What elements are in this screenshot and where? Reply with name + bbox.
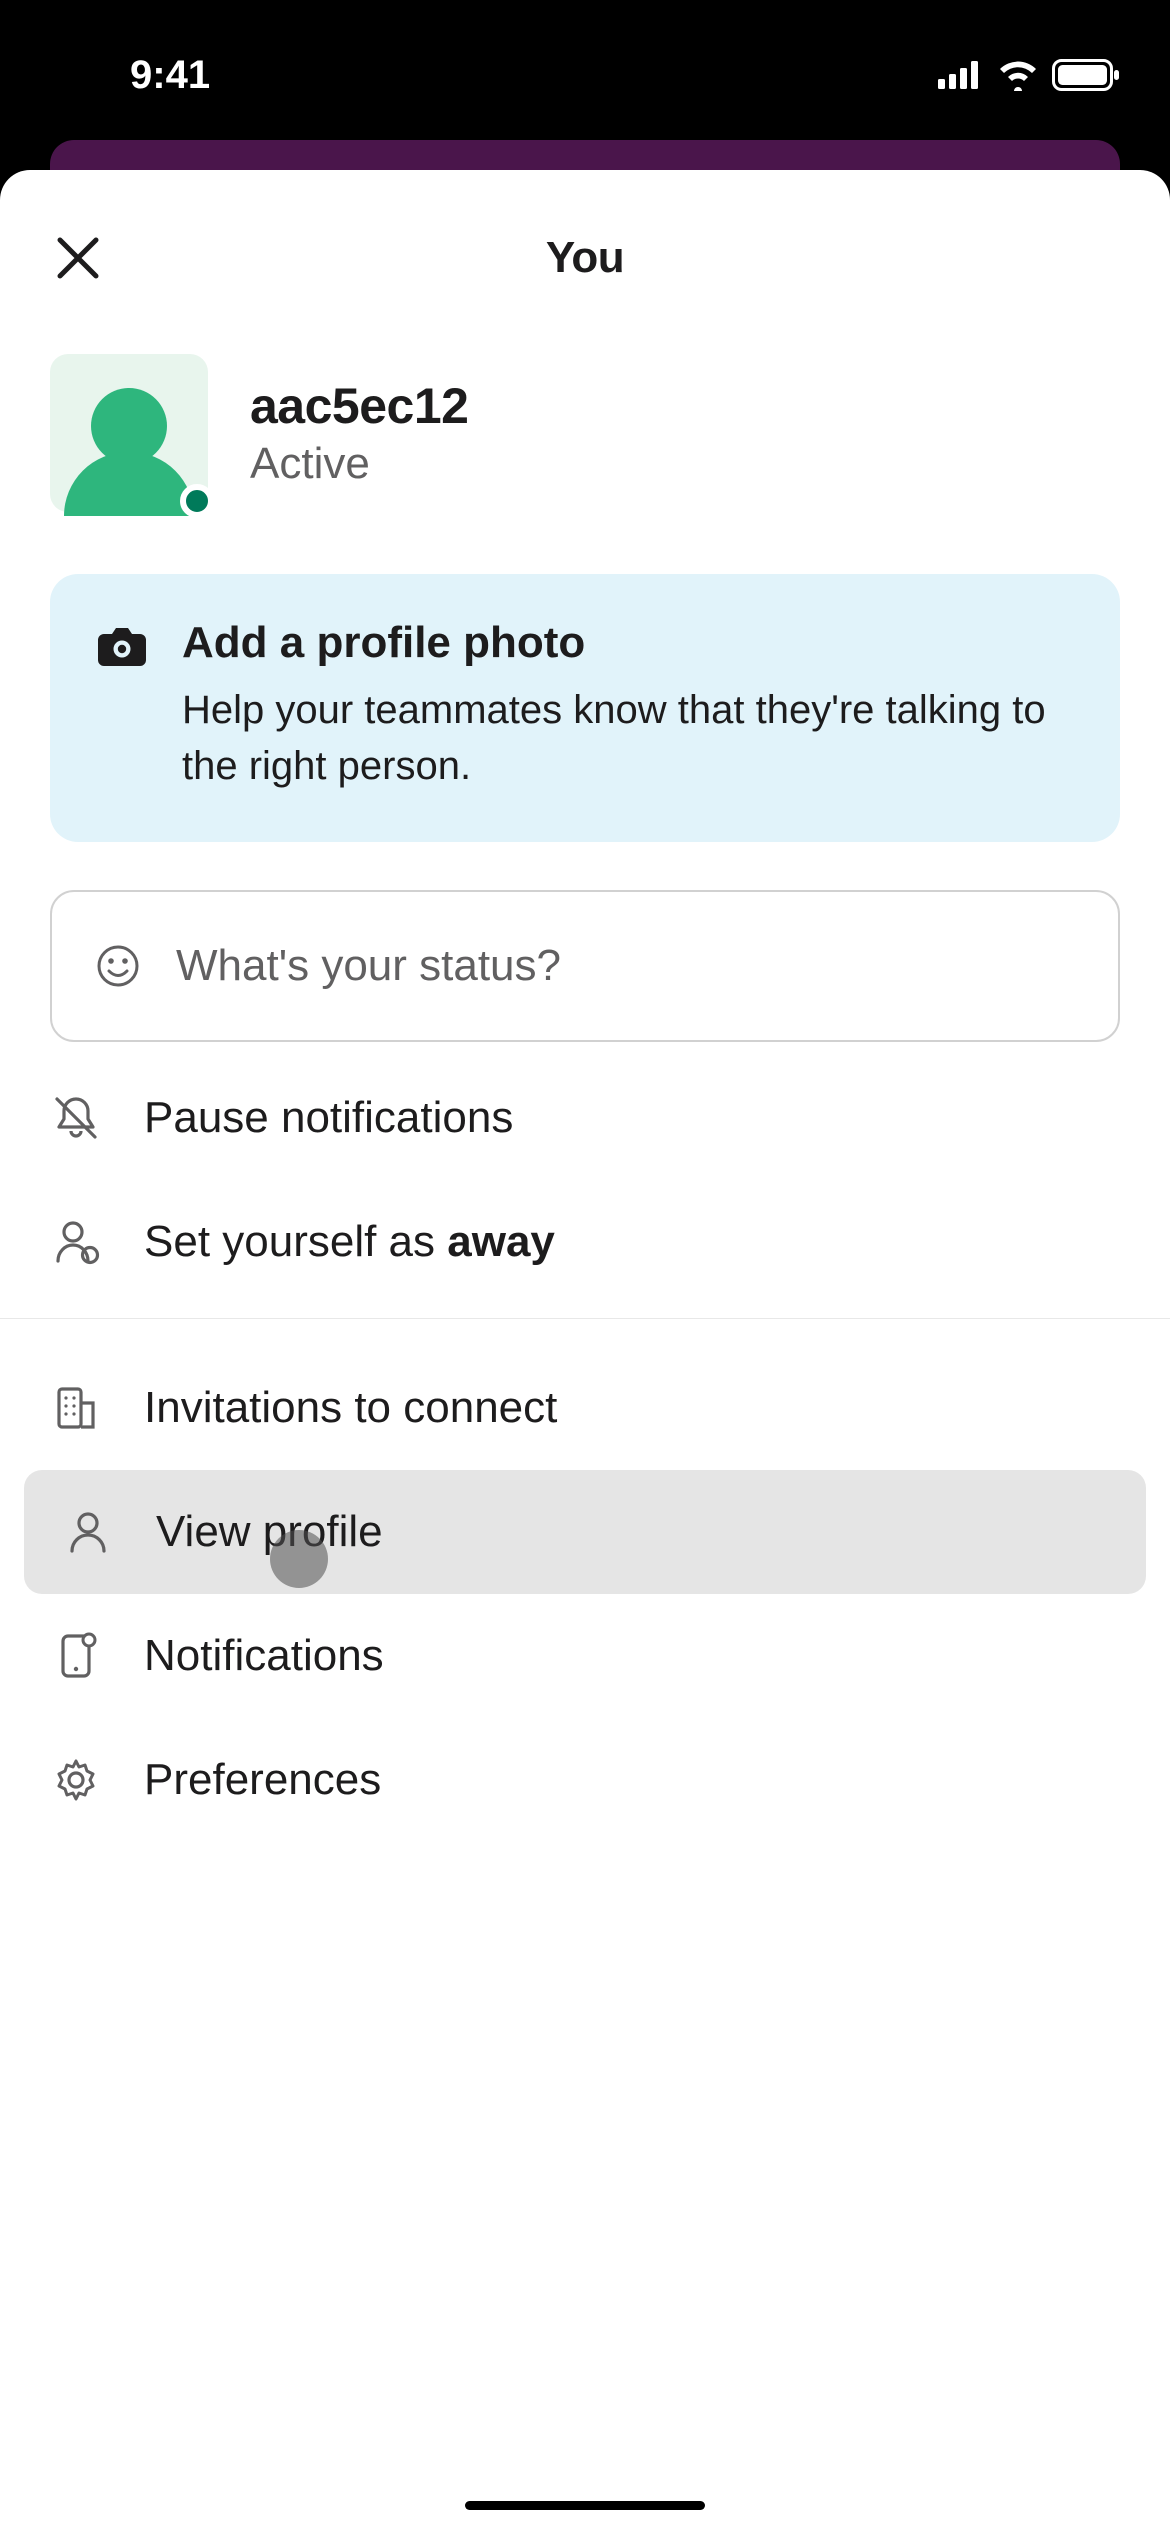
- home-indicator[interactable]: [465, 2501, 705, 2510]
- cellular-icon: [938, 61, 984, 89]
- menu-label: Preferences: [144, 1755, 381, 1805]
- sheet-header: You: [0, 218, 1170, 298]
- section-divider: [0, 1318, 1170, 1346]
- page-title: You: [546, 233, 624, 283]
- menu-label: Invitations to connect: [144, 1383, 557, 1433]
- close-icon: [52, 232, 104, 284]
- wifi-icon: [996, 59, 1040, 91]
- menu-label: Pause notifications: [144, 1093, 513, 1143]
- status-input[interactable]: What's your status?: [50, 890, 1120, 1042]
- status-placeholder: What's your status?: [176, 941, 561, 991]
- phone-notification-icon: [50, 1630, 102, 1682]
- smile-icon: [96, 944, 140, 988]
- bell-off-icon: [50, 1092, 102, 1144]
- camera-icon: [98, 624, 146, 794]
- person-icon: [62, 1506, 114, 1558]
- status-time: 9:41: [130, 53, 210, 98]
- status-icons: [938, 59, 1120, 91]
- username-label: aac5ec12: [250, 377, 468, 435]
- menu-label: View profile: [156, 1507, 383, 1557]
- avatar: [50, 354, 208, 512]
- gear-icon: [50, 1754, 102, 1806]
- invitations-item[interactable]: Invitations to connect: [0, 1346, 1170, 1470]
- add-photo-card[interactable]: Add a profile photo Help your teammates …: [50, 574, 1120, 842]
- battery-icon: [1052, 59, 1120, 91]
- notifications-item[interactable]: Notifications: [0, 1594, 1170, 1718]
- presence-label: Active: [250, 439, 468, 489]
- profile-row[interactable]: aac5ec12 Active: [0, 298, 1170, 552]
- card-subtitle: Help your teammates know that they're ta…: [182, 682, 1072, 794]
- close-button[interactable]: [50, 230, 106, 286]
- set-away-item[interactable]: Set yourself as away: [0, 1180, 1170, 1304]
- building-icon: [50, 1382, 102, 1434]
- you-sheet: You aac5ec12 Active Add a profile photo …: [0, 170, 1170, 2532]
- pause-notifications-item[interactable]: Pause notifications: [0, 1056, 1170, 1180]
- menu-label: Set yourself as away: [144, 1217, 555, 1267]
- view-profile-item[interactable]: View profile: [24, 1470, 1146, 1594]
- status-bar: 9:41: [0, 0, 1170, 150]
- card-title: Add a profile photo: [182, 618, 1072, 668]
- menu-label: Notifications: [144, 1631, 384, 1681]
- person-away-icon: [50, 1216, 102, 1268]
- presence-indicator: [180, 484, 214, 518]
- preferences-item[interactable]: Preferences: [0, 1718, 1170, 1842]
